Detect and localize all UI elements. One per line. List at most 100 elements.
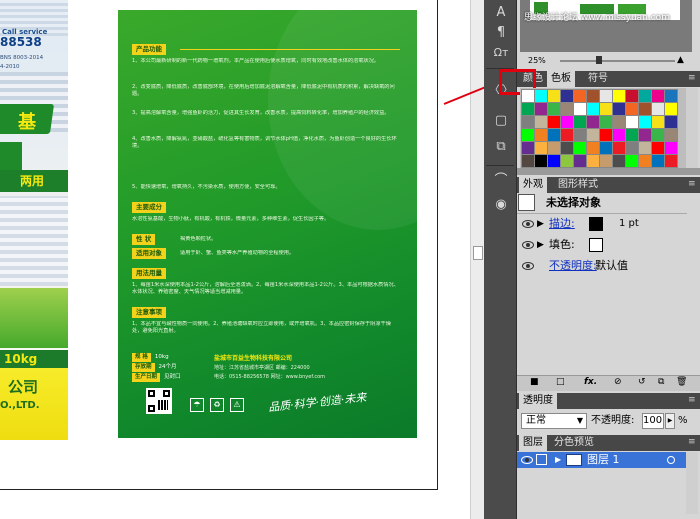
swatch-chip[interactable]	[625, 128, 639, 142]
add-effect-icon[interactable]: fx.	[584, 375, 597, 390]
tab-appearance[interactable]: 外观	[519, 177, 547, 193]
swatch-chip[interactable]	[560, 154, 574, 168]
opacity-dropdown-icon[interactable]: ▶	[665, 413, 675, 429]
swatch-chip[interactable]	[547, 141, 561, 155]
tab-separations-preview[interactable]: 分色预览	[550, 435, 598, 451]
swatch-chip[interactable]	[586, 154, 600, 168]
swatch-chip[interactable]	[612, 115, 626, 129]
clear-appearance-icon[interactable]: ⊘	[614, 375, 622, 390]
swatch-chip[interactable]	[547, 154, 561, 168]
swatch-chip[interactable]	[534, 128, 548, 142]
swatch-chip[interactable]	[625, 141, 639, 155]
paragraph-tool-icon[interactable]: ¶	[492, 24, 510, 42]
tab-swatches[interactable]: 色板	[547, 71, 575, 87]
swatch-chip[interactable]	[573, 128, 587, 142]
swatch-chip[interactable]	[651, 102, 665, 116]
transparency-opacity-input[interactable]: 100	[642, 413, 664, 429]
appearance-row-fill[interactable]: ▶ 填色:	[517, 235, 687, 255]
layer-expand-icon[interactable]: ▶	[555, 452, 561, 468]
swatch-chip[interactable]	[599, 128, 613, 142]
symbol-tool-icon[interactable]: ⌒	[492, 172, 510, 190]
swatch-chip[interactable]	[521, 115, 535, 129]
type-tool-icon[interactable]: A	[492, 4, 510, 22]
swatch-chip[interactable]	[586, 128, 600, 142]
brush-tool-icon[interactable]: ▢	[492, 112, 510, 130]
zoom-in-icon[interactable]: ▲	[677, 55, 684, 66]
swatch-chip[interactable]	[534, 115, 548, 129]
panel-menu-icon[interactable]: ≡	[688, 73, 696, 83]
swatches-scrollbar[interactable]	[686, 88, 698, 168]
swatch-chip[interactable]	[586, 102, 600, 116]
layer-visibility-eye-icon[interactable]	[521, 456, 533, 464]
swatch-chip[interactable]	[612, 89, 626, 103]
swatch-chip[interactable]	[521, 141, 535, 155]
blend-mode-select[interactable]: 正常 ▼	[521, 413, 587, 429]
swatch-chip[interactable]	[521, 128, 535, 142]
add-stroke-icon[interactable]: ■	[530, 375, 539, 390]
swatch-chip[interactable]	[534, 154, 548, 168]
swatch-chip[interactable]	[547, 102, 561, 116]
swatch-chip[interactable]	[664, 141, 678, 155]
opentype-tool-icon[interactable]: Ωт	[492, 44, 510, 62]
delete-item-icon[interactable]: 🗑	[676, 375, 687, 390]
swatch-chip[interactable]	[547, 115, 561, 129]
swatch-chip[interactable]	[573, 89, 587, 103]
swatch-chip[interactable]	[612, 128, 626, 142]
layers-menu-icon[interactable]: ≡	[688, 437, 696, 447]
swatch-chip[interactable]	[560, 128, 574, 142]
swatch-chip[interactable]	[651, 128, 665, 142]
swatch-chip[interactable]	[573, 115, 587, 129]
swatch-chip[interactable]	[534, 102, 548, 116]
swatch-chip[interactable]	[651, 141, 665, 155]
fill-expand-icon[interactable]: ▶	[537, 235, 544, 255]
navigator-zoom-value[interactable]: 25%	[528, 55, 546, 66]
swatch-chip[interactable]	[664, 128, 678, 142]
camera-tool-icon[interactable]: ◉	[492, 196, 510, 214]
swatch-chip[interactable]	[573, 154, 587, 168]
swatch-chip[interactable]	[599, 154, 613, 168]
swatch-chip[interactable]	[638, 154, 652, 168]
swatch-chip[interactable]	[599, 141, 613, 155]
swatch-chip[interactable]	[586, 89, 600, 103]
swatch-chip[interactable]	[612, 102, 626, 116]
layer-name[interactable]: 图层 1	[587, 452, 620, 468]
layer-target-icon[interactable]	[667, 456, 675, 464]
duplicate-item-icon[interactable]: ⧉	[658, 375, 664, 390]
swatch-chip[interactable]	[521, 89, 535, 103]
stroke-value[interactable]: 1 pt	[619, 214, 639, 234]
tab-symbols[interactable]: 符号	[584, 71, 612, 87]
swatch-chip[interactable]	[651, 89, 665, 103]
swatch-chip[interactable]	[586, 141, 600, 155]
document-canvas[interactable]: Call service 88538 BNS 8003-2014 4-2010 …	[0, 0, 484, 519]
opacity-visibility-eye-icon[interactable]	[522, 262, 534, 270]
swatch-chip[interactable]	[534, 141, 548, 155]
zoom-slider-thumb[interactable]	[596, 56, 602, 64]
swatch-chip[interactable]	[521, 154, 535, 168]
zoom-slider-track[interactable]	[560, 60, 675, 62]
stroke-visibility-eye-icon[interactable]	[522, 220, 534, 228]
tab-layers[interactable]: 图层	[519, 435, 547, 451]
swatch-chip[interactable]	[625, 154, 639, 168]
swatch-chip[interactable]	[534, 89, 548, 103]
swatch-chip[interactable]	[651, 154, 665, 168]
swatch-chip[interactable]	[625, 102, 639, 116]
transparency-menu-icon[interactable]: ≡	[688, 395, 696, 405]
swatch-chip[interactable]	[560, 89, 574, 103]
fill-swatch[interactable]	[589, 238, 603, 252]
layers-scrollbar[interactable]	[686, 452, 698, 514]
gradient-tool-icon[interactable]: ⧉	[492, 138, 510, 156]
swatch-chip[interactable]	[664, 115, 678, 129]
swatch-chip[interactable]	[625, 89, 639, 103]
stroke-swatch[interactable]	[589, 217, 603, 231]
swatch-chip[interactable]	[560, 102, 574, 116]
swatch-chip[interactable]	[638, 115, 652, 129]
fill-visibility-eye-icon[interactable]	[522, 241, 534, 249]
swatch-chip[interactable]	[560, 115, 574, 129]
swatch-chip[interactable]	[625, 115, 639, 129]
swatch-chip[interactable]	[638, 102, 652, 116]
tab-graphic-styles[interactable]: 图形样式	[554, 177, 602, 193]
swatch-chip[interactable]	[573, 102, 587, 116]
stroke-label[interactable]: 描边:	[549, 214, 575, 234]
stroke-expand-icon[interactable]: ▶	[537, 214, 544, 234]
tab-transparency[interactable]: 透明度	[519, 393, 557, 409]
